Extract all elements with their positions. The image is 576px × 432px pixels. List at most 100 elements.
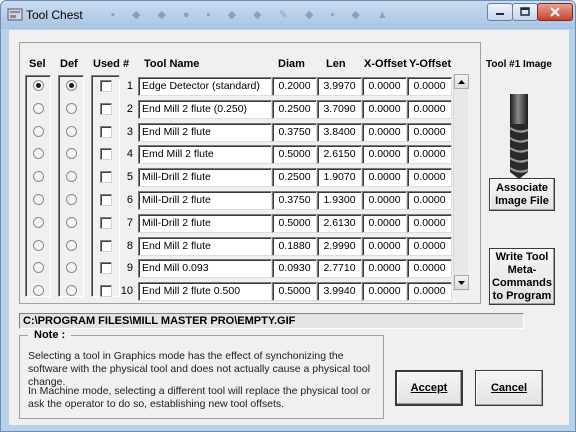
y-offset-field[interactable]: 0.0000 bbox=[407, 168, 452, 188]
header-tool-name: Tool Name bbox=[144, 58, 200, 70]
x-offset-field[interactable]: 0.0000 bbox=[362, 259, 407, 279]
len-field[interactable]: 3.9940 bbox=[317, 282, 362, 302]
used-checkbox[interactable] bbox=[100, 285, 112, 298]
used-checkbox[interactable] bbox=[100, 262, 112, 275]
used-checkbox[interactable] bbox=[100, 102, 112, 115]
tool-table-group: Sel Def Used # Tool Name Diam Len X-Offs… bbox=[19, 42, 481, 304]
diam-field[interactable]: 0.2500 bbox=[272, 168, 317, 188]
y-offset-field[interactable]: 0.0000 bbox=[407, 99, 452, 119]
x-offset-field[interactable]: 0.0000 bbox=[362, 168, 407, 188]
used-checkbox[interactable] bbox=[100, 239, 112, 252]
def-radio[interactable] bbox=[66, 194, 77, 205]
len-field[interactable]: 1.9070 bbox=[317, 168, 362, 188]
y-offset-field[interactable]: 0.0000 bbox=[407, 77, 452, 96]
def-radio[interactable] bbox=[66, 80, 77, 91]
tool-name-field[interactable]: End Mill 0.093 bbox=[138, 259, 272, 279]
y-offset-field[interactable]: 0.0000 bbox=[407, 282, 452, 302]
y-offset-field[interactable]: 0.0000 bbox=[407, 191, 452, 210]
tool-name-field[interactable]: Edge Detector (standard) bbox=[138, 77, 272, 96]
sel-radio[interactable] bbox=[33, 102, 44, 114]
len-field[interactable]: 2.6150 bbox=[317, 145, 362, 165]
x-offset-field[interactable]: 0.0000 bbox=[362, 99, 407, 119]
len-field[interactable]: 2.7710 bbox=[317, 259, 362, 279]
x-offset-field[interactable]: 0.0000 bbox=[362, 282, 407, 302]
minimize-button[interactable] bbox=[487, 3, 513, 21]
sel-radio[interactable] bbox=[33, 80, 44, 91]
row-number: 4 bbox=[126, 148, 133, 161]
diam-field[interactable]: 0.2500 bbox=[272, 99, 317, 119]
header-y-offset: Y-Offset bbox=[409, 58, 452, 70]
tool-name-field[interactable]: End Mill 2 flute bbox=[138, 236, 272, 256]
arrow-down-icon bbox=[458, 280, 465, 285]
scroll-up-button[interactable] bbox=[454, 74, 469, 89]
y-offset-field[interactable]: 0.0000 bbox=[407, 236, 452, 256]
tool-chest-window: Tool Chest ▪ ◆ ◆ ● ▪ ◆ ◆ ✎ ◆ ▪ ◆ ▲ Sel D… bbox=[0, 0, 576, 432]
accept-button[interactable]: Accept bbox=[395, 370, 463, 406]
def-radio[interactable] bbox=[66, 216, 77, 228]
diam-field[interactable]: 0.5000 bbox=[272, 145, 317, 165]
used-checkbox[interactable] bbox=[100, 171, 112, 184]
associate-image-file-button[interactable]: Associate Image File bbox=[489, 178, 555, 211]
x-offset-field[interactable]: 0.0000 bbox=[362, 236, 407, 256]
len-field[interactable]: 2.9990 bbox=[317, 236, 362, 256]
y-offset-field[interactable]: 0.0000 bbox=[407, 122, 452, 142]
tool-name-field[interactable]: Mill-Drill 2 flute bbox=[138, 168, 272, 188]
y-offset-field[interactable]: 0.0000 bbox=[407, 259, 452, 279]
close-icon bbox=[550, 7, 560, 17]
tool-name-field[interactable]: Mill-Drill 2 flute bbox=[138, 213, 272, 233]
diam-field[interactable]: 0.3750 bbox=[272, 191, 317, 210]
def-radio[interactable] bbox=[66, 125, 77, 137]
len-field[interactable]: 2.6130 bbox=[317, 213, 362, 233]
note-paragraph-1: Selecting a tool in Graphics mode has th… bbox=[28, 350, 371, 388]
note-group: Note : Selecting a tool in Graphics mode… bbox=[19, 329, 384, 419]
tool-name-field[interactable]: Emd Mill 2 flute bbox=[138, 145, 272, 165]
x-offset-field[interactable]: 0.0000 bbox=[362, 213, 407, 233]
tool-name-field[interactable]: End Mill 2 flute 0.500 bbox=[138, 282, 272, 302]
x-offset-field[interactable]: 0.0000 bbox=[362, 122, 407, 142]
diam-field[interactable]: 0.0930 bbox=[272, 259, 317, 279]
len-field[interactable]: 3.7090 bbox=[317, 99, 362, 119]
table-scrollbar[interactable] bbox=[453, 74, 469, 291]
len-field[interactable]: 3.9970 bbox=[317, 77, 362, 96]
used-checkbox[interactable] bbox=[100, 80, 112, 92]
tool-name-field[interactable]: End Mill 2 flute bbox=[138, 122, 272, 142]
def-radio[interactable] bbox=[66, 239, 77, 251]
used-checkbox[interactable] bbox=[100, 194, 112, 206]
diam-field[interactable]: 0.5000 bbox=[272, 213, 317, 233]
cancel-button[interactable]: Cancel bbox=[475, 370, 543, 406]
app-icon bbox=[7, 8, 23, 21]
sel-radio[interactable] bbox=[33, 194, 44, 205]
write-tool-meta-commands-button[interactable]: Write Tool Meta-Commands to Program bbox=[489, 248, 555, 305]
diam-field[interactable]: 0.2000 bbox=[272, 77, 317, 96]
y-offset-field[interactable]: 0.0000 bbox=[407, 145, 452, 165]
minimize-icon bbox=[496, 13, 504, 15]
row-number: 9 bbox=[126, 262, 133, 275]
used-checkbox[interactable] bbox=[100, 148, 112, 161]
x-offset-field[interactable]: 0.0000 bbox=[362, 145, 407, 165]
diam-field[interactable]: 0.3750 bbox=[272, 122, 317, 142]
diam-field[interactable]: 0.1880 bbox=[272, 236, 317, 256]
sel-radio[interactable] bbox=[33, 216, 44, 228]
def-radio[interactable] bbox=[66, 102, 77, 114]
header-sel: Sel bbox=[29, 58, 46, 70]
note-paragraph-2: In Machine mode, selecting a different t… bbox=[28, 385, 371, 410]
sel-radio[interactable] bbox=[33, 239, 44, 251]
maximize-button[interactable] bbox=[512, 3, 538, 21]
used-checkbox[interactable] bbox=[100, 216, 112, 229]
tool-name-field[interactable]: Mill-Drill 2 flute bbox=[138, 191, 272, 210]
x-offset-field[interactable]: 0.0000 bbox=[362, 191, 407, 210]
tool-image-label: Tool #1 Image bbox=[486, 59, 552, 70]
used-checkbox[interactable] bbox=[100, 125, 112, 138]
tool-name-field[interactable]: End Mill 2 flute (0.250) bbox=[138, 99, 272, 119]
len-field[interactable]: 3.8400 bbox=[317, 122, 362, 142]
x-offset-field[interactable]: 0.0000 bbox=[362, 77, 407, 96]
title-bar[interactable]: Tool Chest ▪ ◆ ◆ ● ▪ ◆ ◆ ✎ ◆ ▪ ◆ ▲ bbox=[1, 1, 575, 29]
close-button[interactable] bbox=[537, 3, 573, 21]
arrow-up-icon bbox=[458, 79, 465, 84]
len-field[interactable]: 1.9300 bbox=[317, 191, 362, 210]
row-number: 2 bbox=[126, 102, 133, 115]
y-offset-field[interactable]: 0.0000 bbox=[407, 213, 452, 233]
scroll-down-button[interactable] bbox=[454, 275, 469, 290]
diam-field[interactable]: 0.5000 bbox=[272, 282, 317, 302]
sel-radio[interactable] bbox=[33, 125, 44, 137]
